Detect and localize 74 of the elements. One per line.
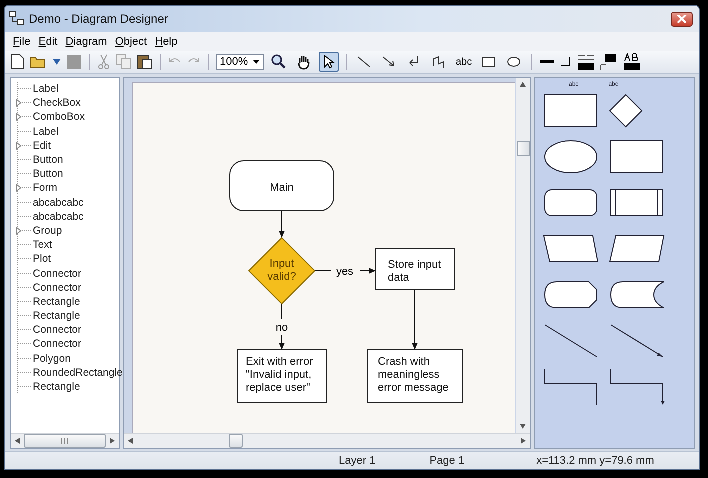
line-color-icon[interactable] [600,53,618,71]
expand-arrow-icon[interactable] [16,184,22,192]
tree-item[interactable]: Connector [33,338,82,350]
tree-item[interactable]: Label [33,83,59,96]
connector-label: no [276,322,288,334]
caret-icon [253,60,260,64]
tree-item[interactable]: Polygon [33,352,71,365]
tree-item[interactable]: Rectangle [33,310,80,322]
tree-item[interactable]: Form [33,182,58,194]
expand-arrow-icon[interactable] [16,113,22,122]
tree-item[interactable]: Group [33,224,62,237]
scroll-left-icon[interactable] [15,438,20,444]
process-node: Exit with error "Invalid input, replace user" [238,350,328,404]
text-color-icon[interactable] [623,53,642,71]
menu-item[interactable]: Diagram [66,36,108,48]
expand-arrow-icon[interactable] [16,142,22,150]
tree-item[interactable]: abcabcabc [33,196,84,209]
close-button[interactable] [671,12,693,26]
menu-item[interactable]: Object [115,36,148,48]
text-tool-button[interactable]: abc [454,52,474,72]
pointer-tool-button[interactable] [319,52,339,72]
process-node: Store input data [376,248,456,290]
tree-item[interactable]: RoundedRectangle [33,366,123,379]
tree-item[interactable]: Label [33,126,59,138]
window-title: Demo - Diagram Designer [29,12,170,26]
tree-item[interactable]: Text [33,239,52,252]
new-document-icon[interactable] [11,54,25,70]
dropdown-arrow-icon[interactable] [53,59,61,65]
grip-icon[interactable] [61,438,69,444]
status-text: x=113.2 mm y=79.6 mm [536,454,654,466]
fill-color-icon[interactable] [577,53,596,71]
tree-item[interactable]: Plot [33,253,52,266]
connector-arrow [412,290,418,350]
scroll-left-icon[interactable] [128,438,133,444]
tree-item[interactable]: ComboBox [33,111,85,124]
tree-item[interactable]: Connector [33,324,82,336]
process-node: Crash with meaningless error message [368,350,464,404]
vertical-scrollbar[interactable] [516,78,530,433]
tree-item[interactable]: Connector [33,268,82,280]
paste-icon[interactable] [137,54,153,70]
zoom-dropdown[interactable]: 100% [216,54,264,70]
elbow-connector-icon[interactable] [543,367,599,407]
status-text: Layer 1 [339,454,376,466]
tree-item[interactable]: CheckBox [33,97,81,110]
horizontal-scrollbar[interactable] [11,433,119,448]
status-text: Page 1 [430,454,465,466]
tree-item[interactable]: Edit [33,140,52,152]
menu-item[interactable]: Help [155,36,178,48]
scroll-right-icon[interactable] [110,438,115,444]
horizontal-scrollbar[interactable] [124,433,530,448]
tree-item[interactable]: Rectangle [33,381,80,394]
scroll-thumb[interactable] [229,434,243,448]
tree-item[interactable]: Button [33,168,64,180]
close-icon [677,15,687,23]
expand-arrow-icon[interactable] [16,226,22,235]
scroll-thumb[interactable] [516,141,530,156]
tree-item[interactable]: abcabcabc [33,210,84,223]
connector-label: yes [336,266,354,278]
tree-item[interactable]: Button [33,154,64,166]
cut-icon[interactable] [97,54,111,70]
scroll-up-icon[interactable] [520,82,526,87]
menu-item[interactable]: Edit [38,36,58,48]
tree-item[interactable]: Connector [33,282,82,294]
terminal-node: Main [230,160,334,212]
connector-arrow [279,210,285,238]
decision-node: Input valid? [248,237,316,305]
app-icon [9,11,25,27]
expand-arrow-icon[interactable] [16,99,22,108]
elbow-arrow-connector-icon[interactable] [609,367,665,407]
tree-item[interactable]: Rectangle [33,296,80,308]
menu-item[interactable]: File [13,36,31,48]
scroll-right-icon[interactable] [521,438,526,444]
save-icon[interactable] [66,54,82,70]
scroll-down-icon[interactable] [520,424,526,429]
